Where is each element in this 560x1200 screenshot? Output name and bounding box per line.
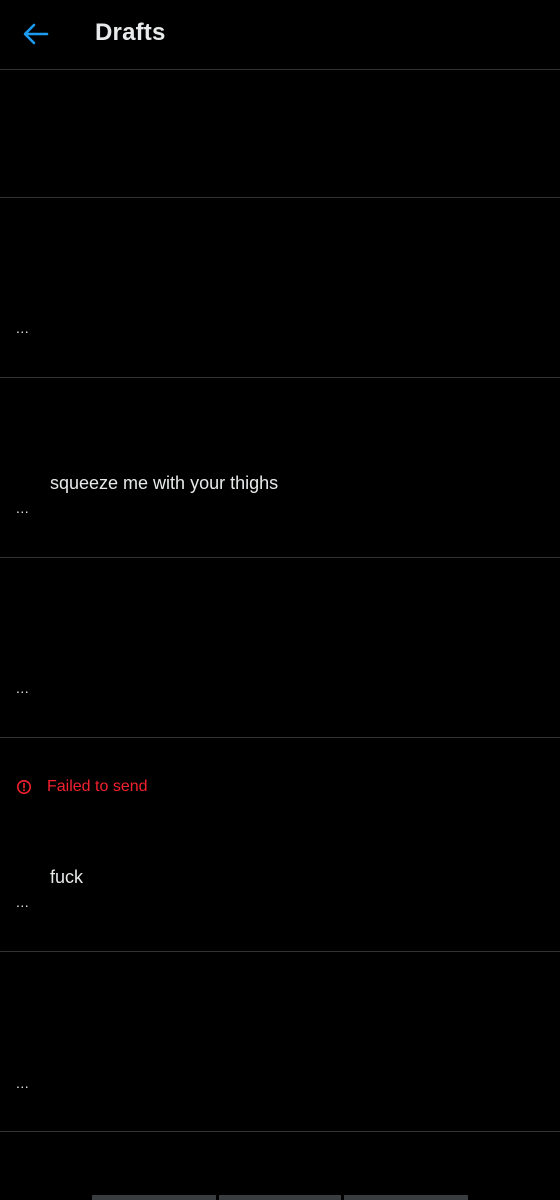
- draft-item[interactable]: ...: [0, 558, 560, 738]
- alert-circle-icon: [16, 779, 32, 795]
- app-header: Drafts: [0, 0, 560, 70]
- draft-text: fuck: [50, 867, 84, 887]
- bottom-bar-segment: [219, 1195, 341, 1200]
- draft-more-indicator: ...: [16, 1075, 30, 1091]
- draft-more-indicator: ...: [16, 894, 30, 910]
- arrow-left-icon: [23, 23, 49, 45]
- draft-more-indicator: ...: [16, 680, 30, 696]
- draft-more-indicator: ...: [16, 320, 30, 336]
- draft-item[interactable]: [0, 70, 560, 198]
- drafts-screen: Drafts ... squeeze me with your thighs .…: [0, 0, 560, 1200]
- draft-item[interactable]: ...: [0, 198, 560, 378]
- bottom-bar-segment: [92, 1195, 216, 1200]
- draft-more-indicator: ...: [16, 500, 30, 516]
- page-title: Drafts: [95, 19, 166, 46]
- bottom-bar-segment: [344, 1195, 468, 1200]
- draft-item[interactable]: squeeze me with your thighs ...: [0, 378, 560, 558]
- draft-item[interactable]: Failed to send fuck ...: [0, 738, 560, 952]
- failed-status: Failed to send: [16, 778, 148, 796]
- draft-item[interactable]: ...: [0, 952, 560, 1132]
- failed-status-text: Failed to send: [47, 778, 148, 795]
- draft-text: squeeze me with your thighs: [50, 473, 279, 493]
- back-button[interactable]: [14, 14, 58, 54]
